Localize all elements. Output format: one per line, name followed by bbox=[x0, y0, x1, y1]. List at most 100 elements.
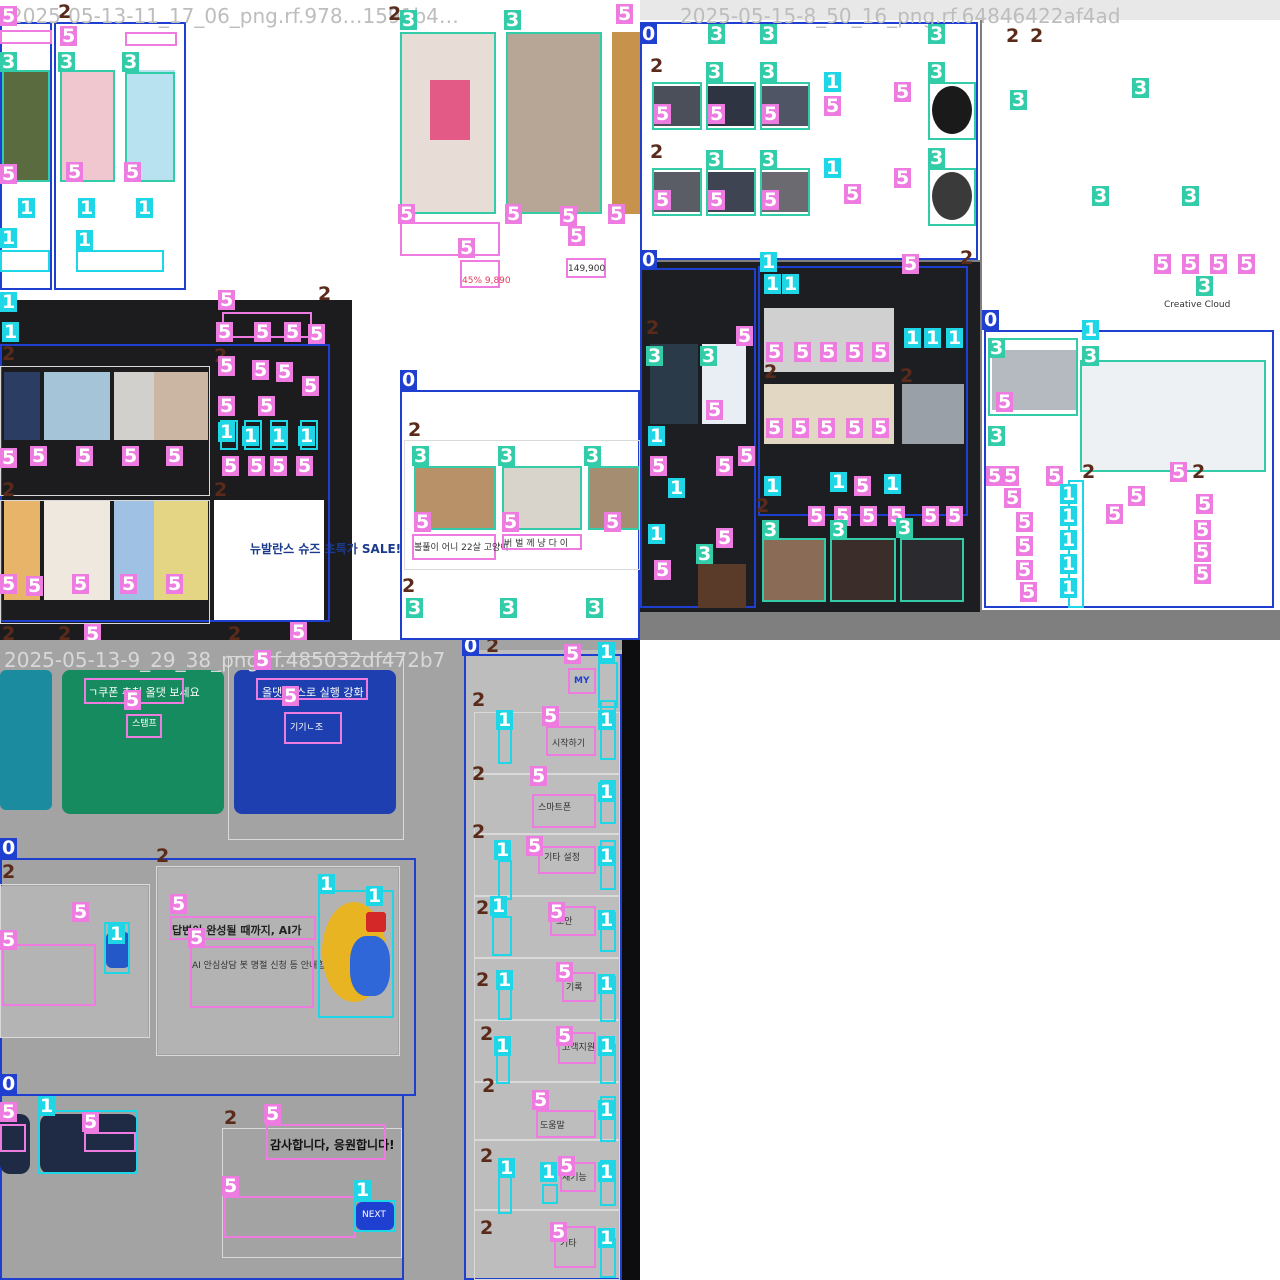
class-label-tag: 2 bbox=[650, 55, 664, 77]
class-label-tag: 5 bbox=[654, 103, 672, 125]
class-label-tag: 5 bbox=[716, 527, 734, 549]
image-region bbox=[622, 640, 640, 1280]
coupon-button[interactable] bbox=[0, 250, 50, 272]
class-label-tag: 5 bbox=[860, 505, 878, 527]
class-label-tag: 5 bbox=[526, 835, 544, 857]
class-label-tag: 5 bbox=[252, 359, 270, 381]
class-label-tag: 5 bbox=[0, 5, 18, 27]
price-text: 149,900 bbox=[568, 264, 606, 274]
class-label-tag: 1 bbox=[824, 157, 842, 179]
class-label-tag: 1 bbox=[1060, 505, 1078, 527]
class-label-tag: 5 bbox=[654, 559, 672, 581]
class-label-tag: 5 bbox=[0, 163, 18, 185]
tile-filename: 2025-05-13-9_29_38_png.rf.485032df472b7 bbox=[4, 648, 446, 672]
promo-card bbox=[0, 670, 52, 810]
class-label-tag: 1 bbox=[136, 197, 154, 219]
class-label-tag: 5 bbox=[654, 189, 672, 211]
class-label-tag: 5 bbox=[248, 455, 266, 477]
bounding-box bbox=[498, 860, 512, 900]
class-label-tag: 3 bbox=[896, 517, 914, 539]
class-label-tag: 5 bbox=[72, 901, 90, 923]
class-label-tag: 5 bbox=[564, 643, 582, 665]
product-image bbox=[612, 32, 640, 214]
class-label-tag: 5 bbox=[270, 455, 288, 477]
class-label-tag: 5 bbox=[66, 161, 84, 183]
class-label-tag: 0 bbox=[0, 1073, 18, 1095]
class-label-tag: 2 bbox=[58, 1, 72, 23]
class-label-tag: 2 bbox=[476, 897, 490, 919]
class-label-tag: 1 bbox=[298, 425, 316, 447]
class-label-tag: 5 bbox=[254, 321, 272, 343]
class-label-tag: 5 bbox=[548, 901, 566, 923]
class-label-tag: 5 bbox=[218, 395, 236, 417]
class-label-tag: 2 bbox=[58, 623, 72, 640]
bounding-box bbox=[492, 916, 512, 956]
class-label-tag: 1 bbox=[242, 425, 260, 447]
class-label-tag: 3 bbox=[762, 519, 780, 541]
class-label-tag: 1 bbox=[490, 895, 508, 917]
class-label-tag: 5 bbox=[560, 205, 578, 227]
class-label-tag: 2 bbox=[472, 821, 486, 843]
class-label-tag: 1 bbox=[668, 477, 686, 499]
class-label-tag: 1 bbox=[598, 1035, 616, 1057]
class-label-tag: 3 bbox=[988, 337, 1006, 359]
class-label-tag: 5 bbox=[1016, 559, 1034, 581]
tile-empty bbox=[640, 640, 1280, 1280]
class-label-tag: 5 bbox=[556, 961, 574, 983]
class-label-tag: 5 bbox=[1210, 253, 1228, 275]
class-label-tag: 2 bbox=[480, 1145, 494, 1167]
class-label-tag: 5 bbox=[1128, 485, 1146, 507]
coupon-button[interactable] bbox=[76, 250, 164, 272]
class-label-tag: 5 bbox=[218, 289, 236, 311]
map-label: Creative Cloud bbox=[1164, 300, 1231, 310]
bounding-box bbox=[284, 712, 342, 744]
class-label-tag: 5 bbox=[902, 253, 920, 275]
class-label-tag: 2 bbox=[764, 361, 778, 383]
class-label-tag: 3 bbox=[928, 23, 946, 45]
class-label-tag: 1 bbox=[760, 251, 778, 273]
class-label-tag: 3 bbox=[760, 61, 778, 83]
class-label-tag: 5 bbox=[650, 455, 668, 477]
class-label-tag: 2 bbox=[480, 1023, 494, 1045]
bounding-box bbox=[266, 1124, 386, 1160]
class-label-tag: 2 bbox=[646, 317, 660, 339]
bounding-box bbox=[506, 32, 602, 214]
class-label-tag: 2 bbox=[756, 495, 770, 517]
bounding-box bbox=[532, 794, 596, 828]
class-label-tag: 3 bbox=[646, 345, 664, 367]
class-label-tag: 1 bbox=[598, 641, 616, 663]
class-label-tag: 5 bbox=[794, 341, 812, 363]
class-label-tag: 5 bbox=[170, 893, 188, 915]
bounding-box bbox=[318, 890, 394, 1018]
bounding-box bbox=[0, 366, 210, 496]
class-label-tag: 2 bbox=[476, 969, 490, 991]
class-label-tag: 1 bbox=[598, 709, 616, 731]
class-label-tag: 1 bbox=[598, 1161, 616, 1183]
class-label-tag: 5 bbox=[608, 203, 626, 225]
class-label-tag: 5 bbox=[502, 511, 520, 533]
class-label-tag: 3 bbox=[1010, 89, 1028, 111]
bounding-box bbox=[84, 1132, 136, 1152]
class-label-tag: 3 bbox=[400, 9, 418, 31]
class-label-tag: 1 bbox=[904, 327, 922, 349]
class-label-tag: 5 bbox=[1106, 503, 1124, 525]
class-label-tag: 1 bbox=[2, 321, 20, 343]
class-label-tag: 3 bbox=[1082, 345, 1100, 367]
class-label-tag: 1 bbox=[598, 781, 616, 803]
class-label-tag: 5 bbox=[218, 355, 236, 377]
class-label-tag: 5 bbox=[505, 203, 523, 225]
class-label-tag: 5 bbox=[894, 167, 912, 189]
class-label-tag: 1 bbox=[38, 1095, 56, 1117]
bounding-box bbox=[830, 538, 896, 602]
class-label-tag: 1 bbox=[598, 909, 616, 931]
class-label-tag: 1 bbox=[494, 1035, 512, 1057]
class-label-tag: 5 bbox=[844, 183, 862, 205]
class-label-tag: 5 bbox=[946, 505, 964, 527]
class-label-tag: 1 bbox=[354, 1179, 372, 1201]
class-label-tag: 5 bbox=[762, 189, 780, 211]
class-label-tag: 5 bbox=[1170, 461, 1188, 483]
class-label-tag: 5 bbox=[766, 417, 784, 439]
class-label-tag: 3 bbox=[1196, 275, 1214, 297]
class-label-tag: 5 bbox=[986, 465, 1004, 487]
class-label-tag: 5 bbox=[284, 321, 302, 343]
